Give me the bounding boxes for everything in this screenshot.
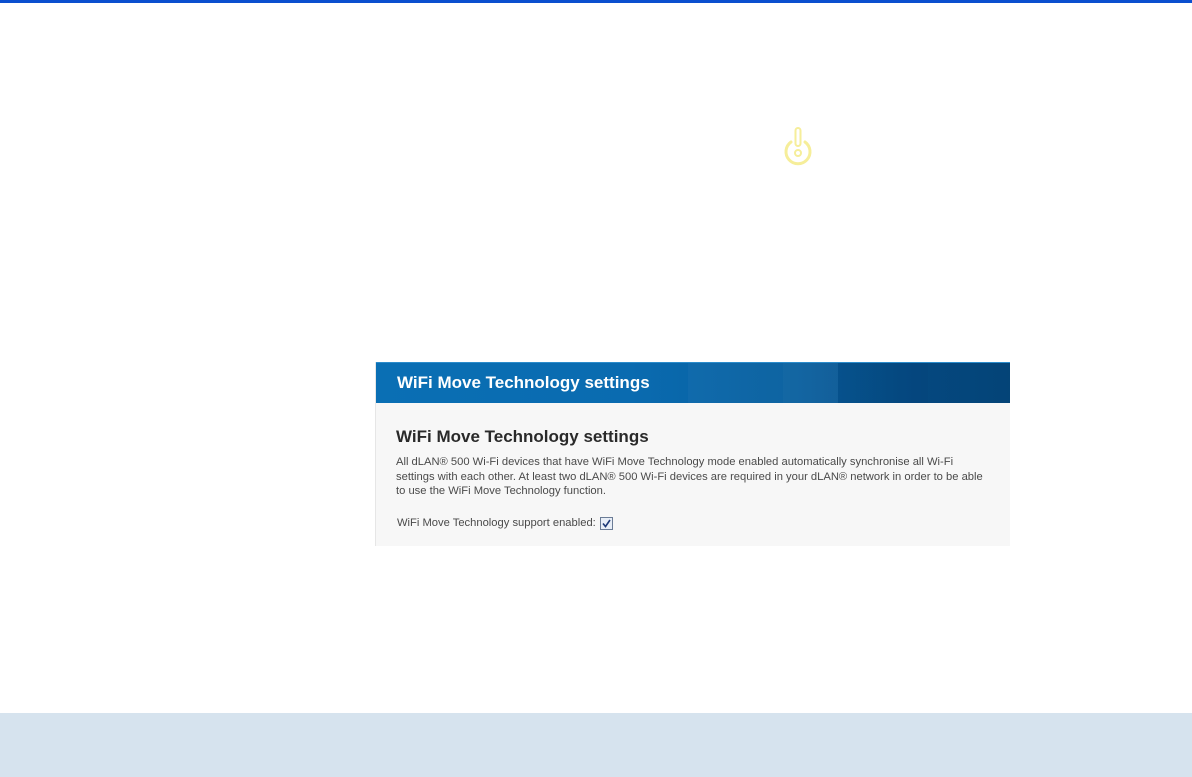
top-accent-line xyxy=(0,0,1192,3)
support-option-row: WiFi Move Technology support enabled: xyxy=(396,516,990,530)
panel-body: WiFi Move Technology settings All dLAN® … xyxy=(376,403,1010,530)
section-description: All dLAN® 500 Wi-Fi devices that have Wi… xyxy=(396,456,983,497)
support-label: WiFi Move Technology support enabled: xyxy=(397,517,596,529)
panel-header-title: WiFi Move Technology settings xyxy=(397,373,650,392)
checkmark-icon xyxy=(602,519,611,528)
support-enabled-checkbox[interactable] xyxy=(599,516,613,530)
panel-header: WiFi Move Technology settings xyxy=(376,362,1010,403)
power-icon[interactable] xyxy=(781,126,815,170)
wifi-move-panel: WiFi Move Technology settings WiFi Move … xyxy=(375,362,1010,546)
section-heading: WiFi Move Technology settings xyxy=(396,427,649,446)
footer-band xyxy=(0,713,1192,777)
